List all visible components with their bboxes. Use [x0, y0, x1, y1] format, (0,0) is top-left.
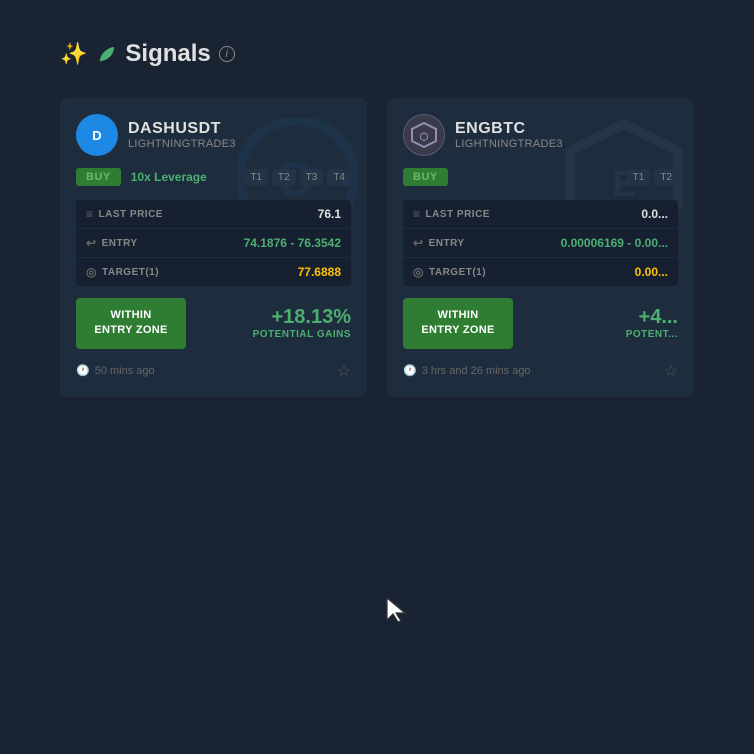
mouse-cursor [385, 596, 407, 624]
tab-t2-eng[interactable]: T2 [654, 169, 678, 186]
tab-t1-dash[interactable]: T1 [244, 169, 268, 186]
entry-zone-button-eng[interactable]: WITHIN ENTRY ZONE [403, 298, 513, 349]
gains-label-dash: POTENTIAL GAINS [253, 329, 351, 340]
tab-t3-dash[interactable]: T3 [300, 169, 324, 186]
target-row-dash: ◎ TARGET(1) 77.6888 [76, 258, 351, 286]
last-price-row-eng: ≡ LAST PRICE 0.0... [403, 200, 678, 229]
coin-icon-dash: D [76, 114, 118, 156]
clock-icon-dash: 🕐 [76, 364, 90, 377]
last-price-icon-dash: ≡ [86, 207, 94, 221]
gains-value-dash: +18.13% [253, 306, 351, 329]
card-timestamp-dash: 🕐 50 mins ago ☆ [76, 361, 351, 381]
buy-badge-eng[interactable]: BUY [403, 168, 448, 186]
target-label-dash: ◎ TARGET(1) [86, 265, 176, 279]
data-section-eng: ≡ LAST PRICE 0.0... ↩ ENTRY 0.00006169 -… [403, 200, 678, 286]
svg-text:⬡: ⬡ [420, 132, 429, 143]
svg-text:D: D [92, 128, 101, 143]
gains-value-eng: +4... [626, 306, 678, 329]
data-section-dash: ≡ LAST PRICE 76.1 ↩ ENTRY 74.1876 - 76.3… [76, 200, 351, 286]
tab-group-dash: T1 T2 T3 T4 [244, 169, 351, 186]
last-price-label-eng: ≡ LAST PRICE [413, 207, 503, 221]
coin-icon-eng: ⬡ [403, 114, 445, 156]
gains-section-dash: +18.13% POTENTIAL GAINS [253, 306, 351, 340]
card-header-dashusdt: D DASHUSDT LIGHTNINGTRADE3 [76, 114, 351, 156]
page-title: Signals [125, 40, 210, 68]
card-timestamp-eng: 🕐 3 hrs and 26 mins ago ☆ [403, 361, 678, 381]
last-price-value-eng: 0.0... [641, 207, 668, 221]
entry-value-eng: 0.00006169 - 0.00... [561, 236, 668, 250]
clock-icon-eng: 🕐 [403, 364, 417, 377]
header: ✨ Signals i [60, 40, 694, 68]
target-icon-dash: ◎ [86, 265, 97, 279]
target-icon-eng: ◎ [413, 265, 424, 279]
star-icon-eng[interactable]: ☆ [664, 361, 678, 381]
star-icon-dash[interactable]: ☆ [337, 361, 351, 381]
coin-name-dash: DASHUSDT [128, 120, 236, 138]
entry-row-eng: ↩ ENTRY 0.00006169 - 0.00... [403, 229, 678, 258]
signals-leaf-icon [95, 43, 117, 65]
last-price-label-dash: ≡ LAST PRICE [86, 207, 176, 221]
coin-name-eng: ENGBTC [455, 120, 563, 138]
buy-badge-dash[interactable]: BUY [76, 168, 121, 186]
dash-logo-icon: D [84, 122, 110, 148]
signals-logo-icon: ✨ [60, 41, 87, 67]
gains-label-eng: POTENT... [626, 329, 678, 340]
signal-card-engbtc: E ⬡ ENGBTC LIGHTNINGTRADE3 BUY [387, 98, 694, 397]
target-value-dash: 77.6888 [298, 265, 341, 279]
card-header-eng: ⬡ ENGBTC LIGHTNINGTRADE3 [403, 114, 678, 156]
entry-icon-dash: ↩ [86, 236, 97, 250]
card-footer-eng: WITHIN ENTRY ZONE +4... POTENT... [403, 298, 678, 349]
last-price-value-dash: 76.1 [318, 207, 341, 221]
tab-t4-dash[interactable]: T4 [327, 169, 351, 186]
cards-row: D D DASHUSDT LIGHTNINGTRADE3 BUY [60, 98, 694, 397]
coin-info-eng: ENGBTC LIGHTNINGTRADE3 [455, 120, 563, 150]
last-price-icon-eng: ≡ [413, 207, 421, 221]
coin-source-eng: LIGHTNINGTRADE3 [455, 138, 563, 150]
tab-t2-dash[interactable]: T2 [272, 169, 296, 186]
timestamp-eng: 🕐 3 hrs and 26 mins ago [403, 364, 531, 377]
page-container: ✨ Signals i D D [0, 0, 754, 437]
entry-label-dash: ↩ ENTRY [86, 236, 176, 250]
target-row-eng: ◎ TARGET(1) 0.00... [403, 258, 678, 286]
entry-label-eng: ↩ ENTRY [413, 236, 503, 250]
leverage-dash: 10x Leverage [131, 170, 207, 184]
coin-info-dash: DASHUSDT LIGHTNINGTRADE3 [128, 120, 236, 150]
entry-zone-button-dash[interactable]: WITHIN ENTRY ZONE [76, 298, 186, 349]
entry-row-dash: ↩ ENTRY 74.1876 - 76.3542 [76, 229, 351, 258]
target-label-eng: ◎ TARGET(1) [413, 265, 503, 279]
timestamp-dash: 🕐 50 mins ago [76, 364, 155, 377]
card-actions-eng: BUY T1 T2 [403, 168, 678, 186]
gains-section-eng: +4... POTENT... [626, 306, 678, 340]
coin-source-dash: LIGHTNINGTRADE3 [128, 138, 236, 150]
entry-value-dash: 74.1876 - 76.3542 [244, 236, 341, 250]
info-icon[interactable]: i [219, 46, 235, 62]
signal-card-dashusdt: D D DASHUSDT LIGHTNINGTRADE3 BUY [60, 98, 367, 397]
card-footer-dash: WITHIN ENTRY ZONE +18.13% POTENTIAL GAIN… [76, 298, 351, 349]
target-value-eng: 0.00... [635, 265, 668, 279]
card-actions-dash: BUY 10x Leverage T1 T2 T3 T4 [76, 168, 351, 186]
last-price-row-dash: ≡ LAST PRICE 76.1 [76, 200, 351, 229]
tab-group-eng: T1 T2 [627, 169, 678, 186]
tab-t1-eng[interactable]: T1 [627, 169, 651, 186]
eng-logo-icon: ⬡ [411, 122, 437, 148]
entry-icon-eng: ↩ [413, 236, 424, 250]
